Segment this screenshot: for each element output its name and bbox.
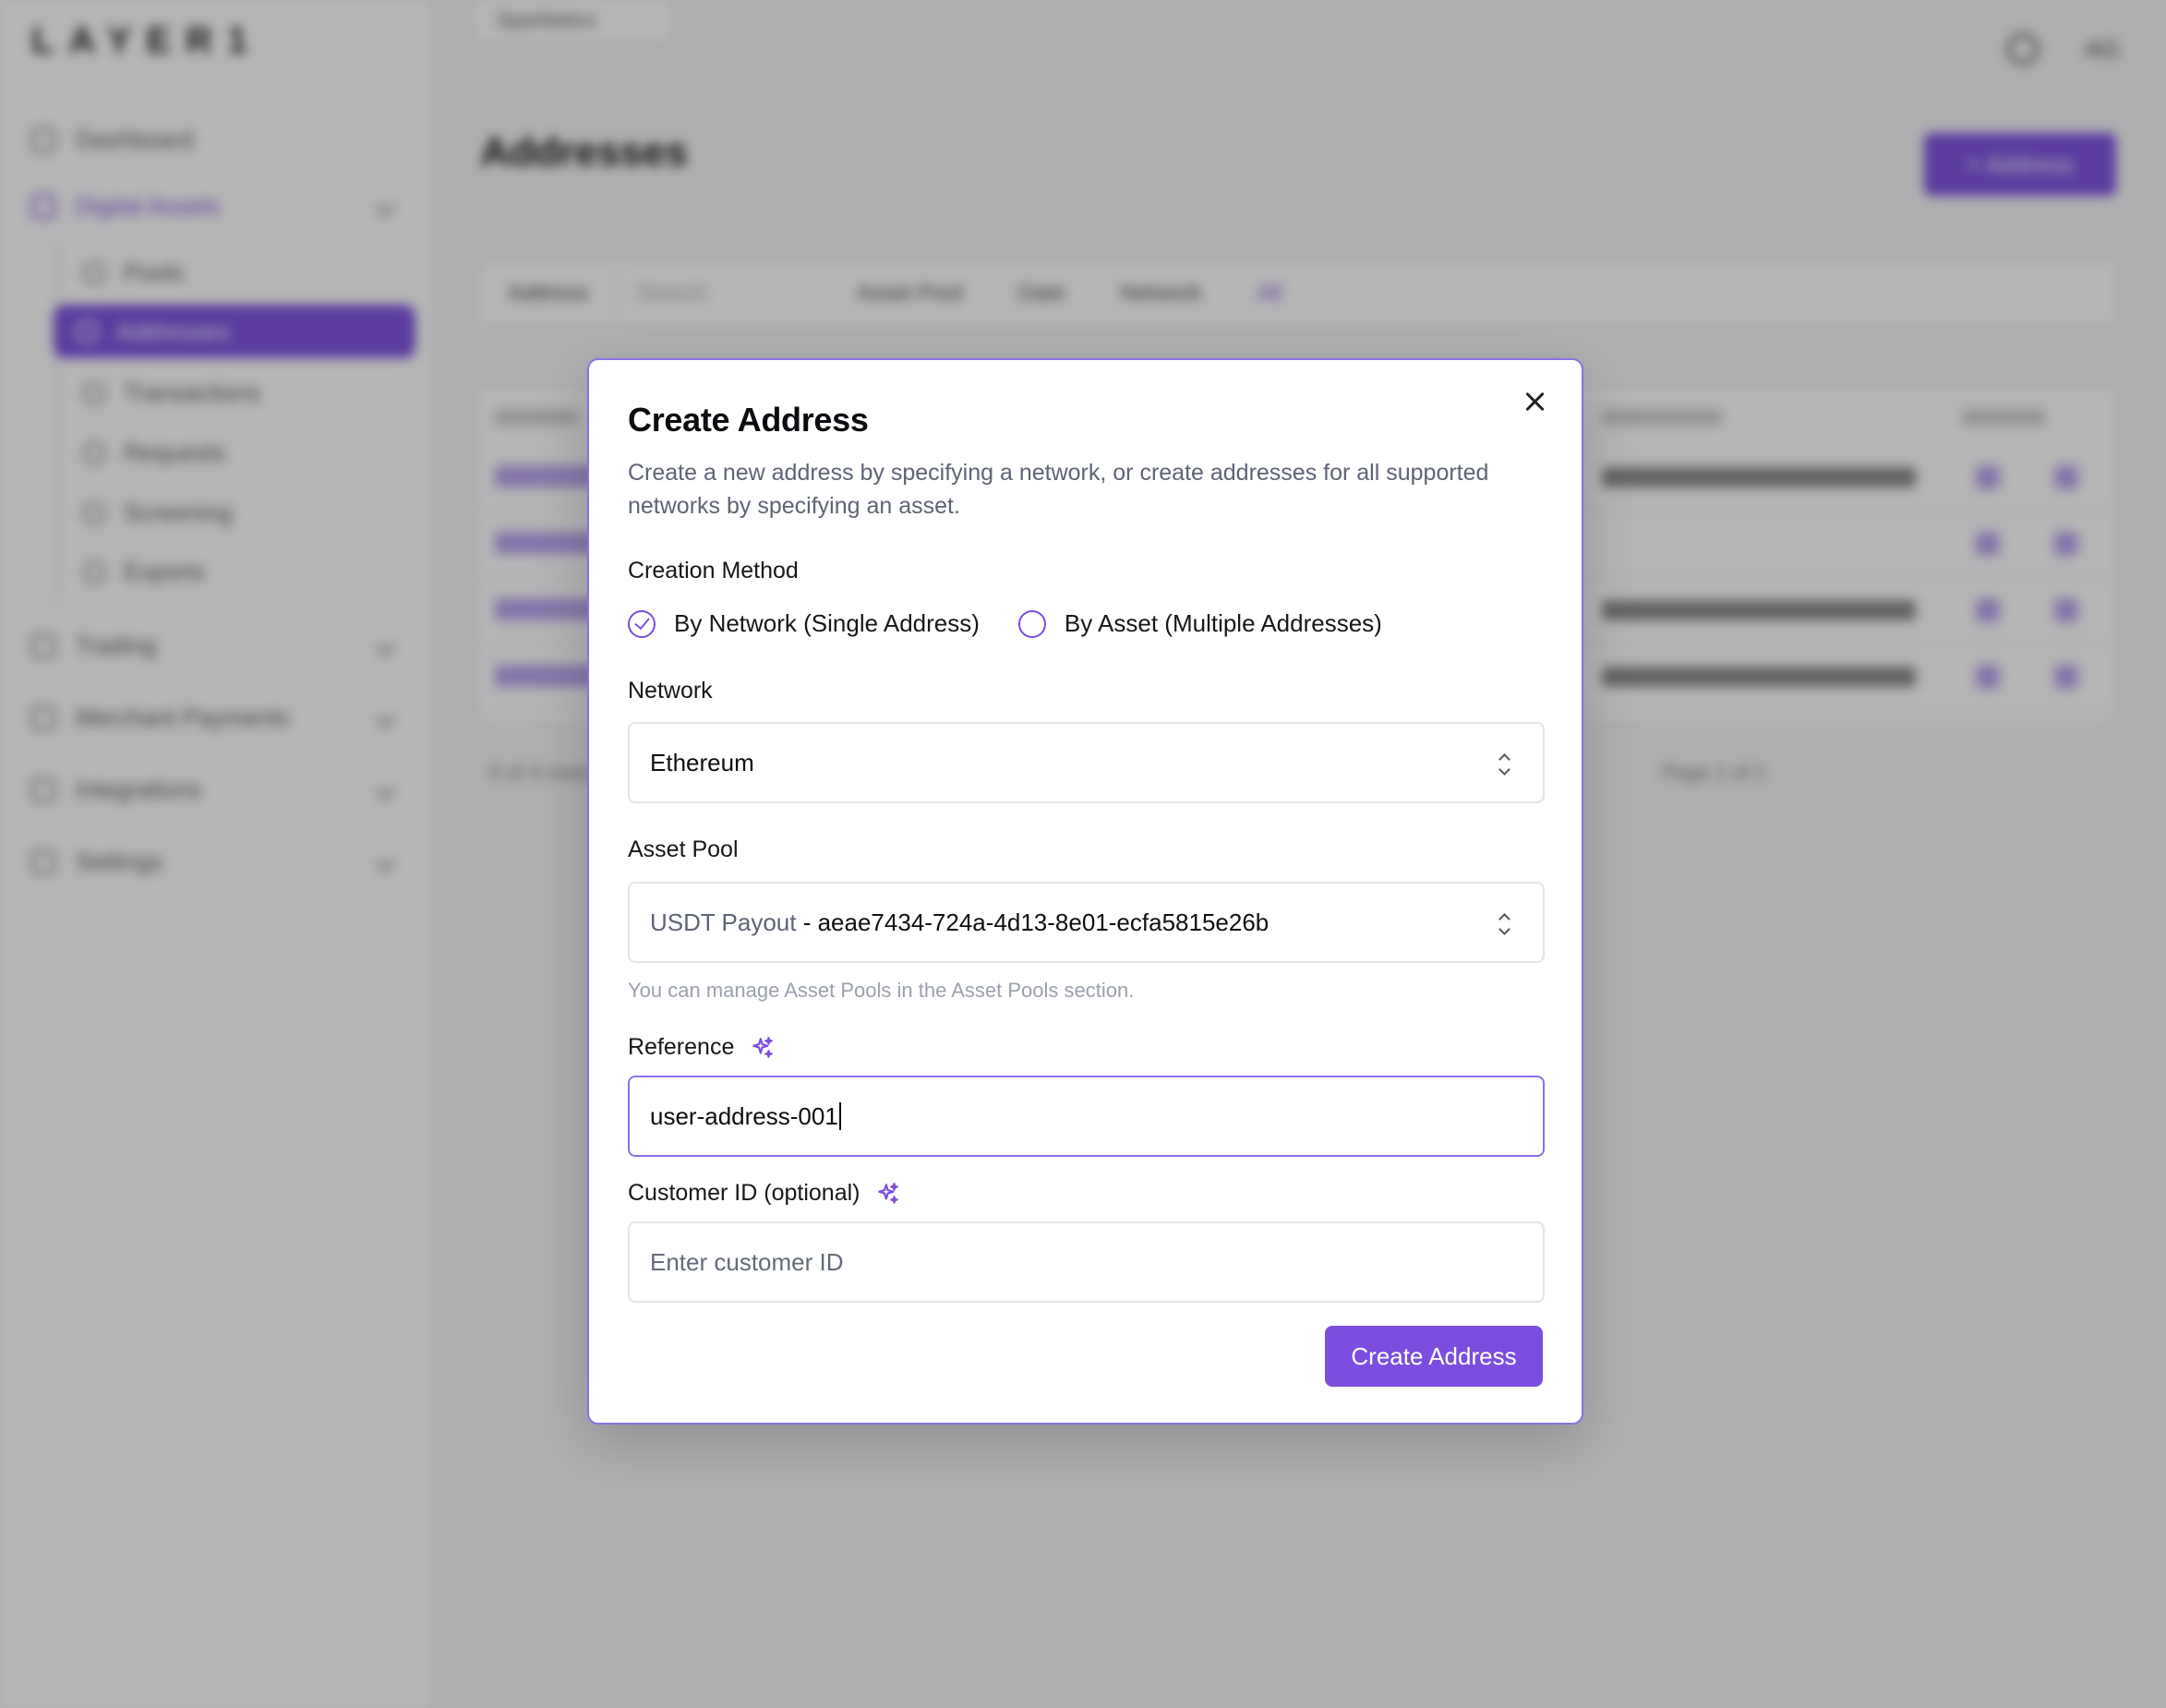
radio-by-network-label[interactable]: By Network (Single Address) — [674, 609, 980, 638]
dialog-description: Create a new address by specifying a net… — [628, 460, 1489, 519]
customer-id-label-text: Customer ID (optional) — [628, 1180, 860, 1206]
reference-label: Reference — [628, 1034, 775, 1061]
create-address-button[interactable]: Create Address — [1325, 1326, 1543, 1387]
text-caret — [838, 1102, 841, 1130]
asset-pool-separator: - — [796, 908, 818, 936]
sparkle-icon[interactable] — [876, 1182, 900, 1206]
asset-pool-select[interactable]: USDT Payout - aeae7434-724a-4d13-8e01-ec… — [628, 882, 1545, 963]
close-icon[interactable] — [1521, 388, 1548, 415]
radio-by-asset-label[interactable]: By Asset (Multiple Addresses) — [1065, 609, 1382, 638]
customer-id-label: Customer ID (optional) — [628, 1180, 900, 1207]
asset-pool-name: USDT Payout — [650, 908, 797, 936]
radio-by-network[interactable] — [628, 609, 656, 638]
chevron-updown-icon — [1498, 753, 1510, 776]
radio-by-asset[interactable] — [1017, 609, 1046, 638]
customer-id-input[interactable]: Enter customer ID — [628, 1221, 1545, 1303]
customer-id-placeholder: Enter customer ID — [650, 1247, 844, 1276]
asset-pool-id: aeae7434-724a-4d13-8e01-ecfa5815e26b — [817, 908, 1270, 936]
chevron-updown-icon — [1498, 913, 1510, 935]
reference-input-value: user-address-001 — [650, 1101, 838, 1130]
create-address-dialog: Create Address Create a new address by s… — [587, 358, 1583, 1425]
reference-input[interactable]: user-address-001 — [628, 1076, 1545, 1157]
asset-pool-hint: You can manage Asset Pools in the Asset … — [628, 979, 1135, 1002]
reference-label-text: Reference — [628, 1034, 735, 1060]
dialog-title: Create Address — [628, 401, 869, 439]
network-select[interactable]: Ethereum — [628, 722, 1545, 803]
asset-pool-label: Asset Pool — [628, 836, 739, 862]
creation-method-radio-group: By Network (Single Address) By Asset (Mu… — [628, 609, 1382, 638]
sparkle-icon[interactable] — [751, 1036, 775, 1060]
network-select-value: Ethereum — [650, 748, 754, 776]
creation-method-label: Creation Method — [628, 558, 799, 583]
network-label: Network — [628, 678, 713, 704]
